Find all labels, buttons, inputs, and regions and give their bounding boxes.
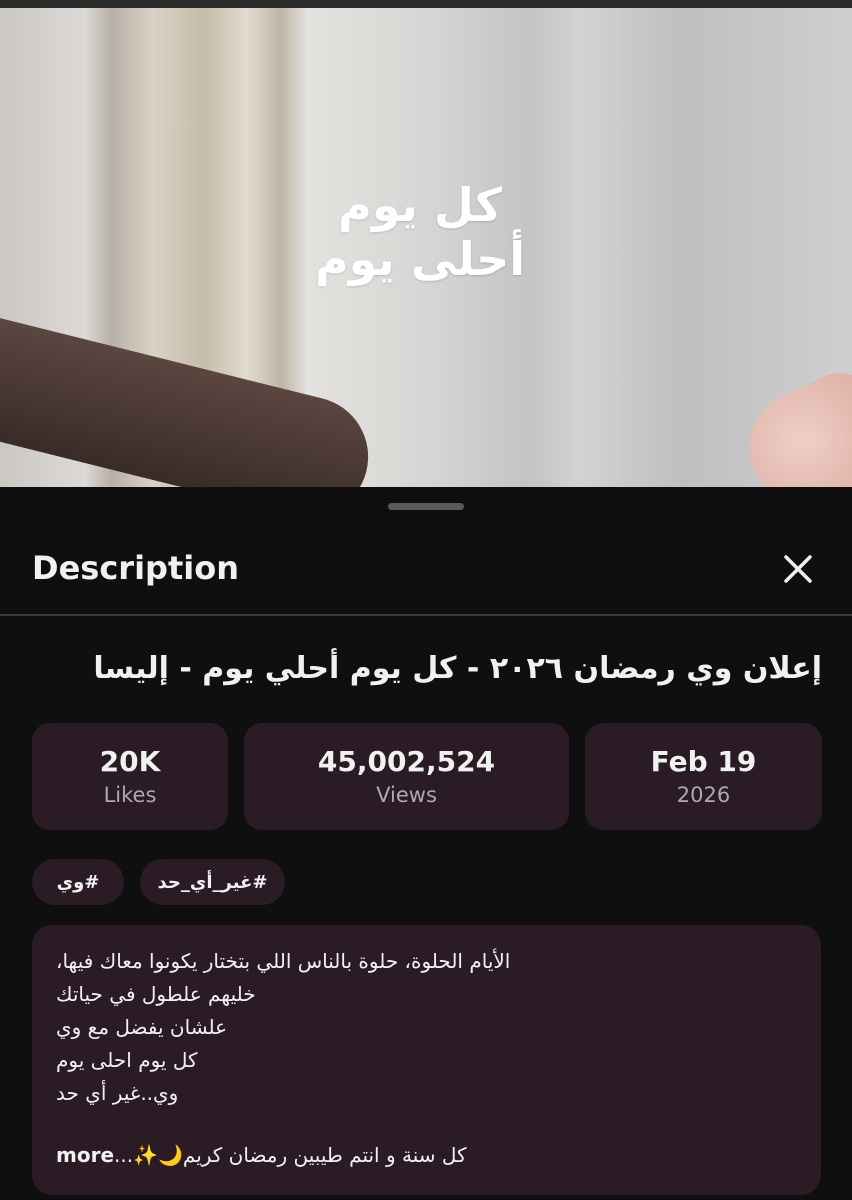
close-button[interactable] (776, 547, 820, 591)
more-link[interactable]: more (56, 1143, 114, 1167)
description-line: كل يوم احلى يوم (56, 1048, 198, 1072)
description-line: وي..غير أي حد (56, 1081, 179, 1105)
description-line: خليهم علطول في حياتك (56, 982, 256, 1006)
date-value: Feb 19 (650, 744, 757, 778)
description-sheet: Description إعلان وي رمضان ٢٠٢٦ - كل يوم… (0, 487, 852, 1200)
likes-stat: 20K Likes (32, 723, 228, 830)
video-player[interactable]: كل يوم أحلى يوم (0, 0, 852, 487)
hashtag-chip[interactable]: #وي (32, 859, 124, 905)
hashtag-chip[interactable]: #غير_أي_حد (140, 859, 285, 905)
views-count: 45,002,524 (317, 744, 496, 778)
description-line: علشان يفضل مع وي (56, 1015, 228, 1039)
video-overlay-title: كل يوم أحلى يوم (260, 178, 580, 286)
description-box: الأيام الحلوة، حلوة بالناس اللي بتختار ي… (32, 925, 821, 1195)
views-label: Views (376, 782, 437, 807)
overlay-line-1: كل يوم (338, 178, 502, 232)
sheet-title: Description (32, 549, 239, 587)
close-icon (784, 555, 812, 583)
overlay-line-2: أحلى يوم (314, 232, 526, 286)
likes-label: Likes (103, 782, 157, 807)
date-stat: Feb 19 2026 (585, 723, 822, 830)
description-line: الأيام الحلوة، حلوة بالناس اللي بتختار ي… (56, 949, 511, 973)
year-label: 2026 (676, 782, 731, 807)
divider (0, 614, 852, 616)
description-last-line: moreكل سنة و انتم طيبين رمضان كريم🌙✨... (56, 1139, 796, 1172)
video-title: إعلان وي رمضان ٢٠٢٦ - كل يوم أحلي يوم - … (93, 651, 822, 686)
video-top-strip (0, 0, 852, 8)
video-hand-shape (731, 361, 852, 487)
drag-handle[interactable] (388, 503, 464, 510)
views-stat: 45,002,524 Views (244, 723, 569, 830)
likes-count: 20K (99, 744, 161, 778)
description-text: الأيام الحلوة، حلوة بالناس اللي بتختار ي… (56, 945, 796, 1110)
video-arm-shape (0, 301, 381, 487)
description-last-text: كل سنة و انتم طيبين رمضان كريم🌙✨... (114, 1143, 467, 1167)
